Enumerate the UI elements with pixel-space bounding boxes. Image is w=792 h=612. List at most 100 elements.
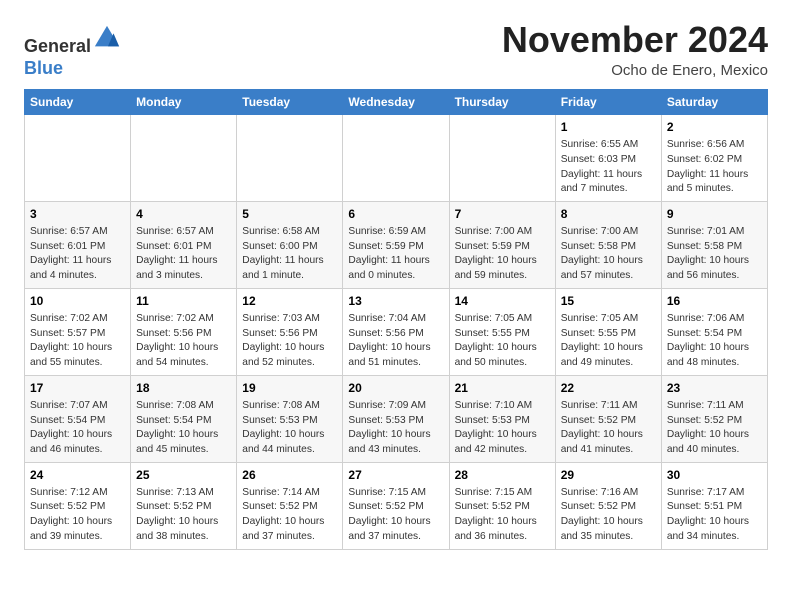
logo: General Blue <box>24 24 121 79</box>
calendar-cell: 16 Sunrise: 7:06 AM Sunset: 5:54 PM Dayli… <box>661 289 767 376</box>
col-header-tuesday: Tuesday <box>237 90 343 115</box>
day-number: 14 <box>455 293 550 310</box>
calendar-cell: 22 Sunrise: 7:11 AM Sunset: 5:52 PM Dayli… <box>555 375 661 462</box>
col-header-sunday: Sunday <box>25 90 131 115</box>
day-number: 27 <box>348 467 443 484</box>
day-number: 6 <box>348 206 443 223</box>
calendar-cell: 11Sunrise: 7:02 AM Sunset: 5:56 PM Dayli… <box>131 289 237 376</box>
day-info: Sunrise: 7:06 AM Sunset: 5:54 PM Dayligh… <box>667 312 762 371</box>
day-number: 13 <box>348 293 443 310</box>
calendar-header: SundayMondayTuesdayWednesdayThursdayFrid… <box>25 90 768 115</box>
day-info: Sunrise: 7:10 AM Sunset: 5:53 PM Dayligh… <box>455 399 550 458</box>
calendar-cell <box>449 115 555 202</box>
day-number: 10 <box>30 293 125 310</box>
calendar-cell: 19 Sunrise: 7:08 AM Sunset: 5:53 PM Dayli… <box>237 375 343 462</box>
day-info: Sunrise: 7:09 AM Sunset: 5:53 PM Dayligh… <box>348 399 443 458</box>
day-info: Sunrise: 6:58 AM Sunset: 6:00 PM Dayligh… <box>242 225 337 284</box>
day-info: Sunrise: 7:12 AM Sunset: 5:52 PM Dayligh… <box>30 486 125 545</box>
logo-blue: Blue <box>24 58 63 78</box>
calendar-cell: 26Sunrise: 7:14 AM Sunset: 5:52 PM Dayli… <box>237 462 343 549</box>
calendar-cell <box>131 115 237 202</box>
calendar-cell: 4Sunrise: 6:57 AM Sunset: 6:01 PM Daylig… <box>131 202 237 289</box>
calendar-cell: 28Sunrise: 7:15 AM Sunset: 5:52 PM Dayli… <box>449 462 555 549</box>
day-info: Sunrise: 7:08 AM Sunset: 5:54 PM Dayligh… <box>136 399 231 458</box>
day-number: 19 <box>242 380 337 397</box>
title-block: November 2024 Ocho de Enero, Mexico <box>502 20 768 79</box>
calendar-cell: 6 Sunrise: 6:59 AM Sunset: 5:59 PM Daylig… <box>343 202 449 289</box>
day-number: 29 <box>561 467 656 484</box>
day-info: Sunrise: 7:02 AM Sunset: 5:57 PM Dayligh… <box>30 312 125 371</box>
day-info: Sunrise: 7:15 AM Sunset: 5:52 PM Dayligh… <box>348 486 443 545</box>
day-number: 30 <box>667 467 762 484</box>
col-header-thursday: Thursday <box>449 90 555 115</box>
calendar-cell: 7Sunrise: 7:00 AM Sunset: 5:59 PM Daylig… <box>449 202 555 289</box>
month-title: November 2024 <box>502 20 768 60</box>
calendar-cell: 14 Sunrise: 7:05 AM Sunset: 5:55 PM Dayli… <box>449 289 555 376</box>
day-info: Sunrise: 7:15 AM Sunset: 5:52 PM Dayligh… <box>455 486 550 545</box>
day-number: 12 <box>242 293 337 310</box>
day-info: Sunrise: 7:03 AM Sunset: 5:56 PM Dayligh… <box>242 312 337 371</box>
day-number: 20 <box>348 380 443 397</box>
calendar-cell: 27 Sunrise: 7:15 AM Sunset: 5:52 PM Dayli… <box>343 462 449 549</box>
page-header: General Blue November 2024 Ocho de Enero… <box>24 20 768 79</box>
day-info: Sunrise: 7:00 AM Sunset: 5:59 PM Dayligh… <box>455 225 550 284</box>
calendar-cell: 15 Sunrise: 7:05 AM Sunset: 5:55 PM Dayli… <box>555 289 661 376</box>
day-info: Sunrise: 6:57 AM Sunset: 6:01 PM Dayligh… <box>136 225 231 284</box>
day-number: 8 <box>561 206 656 223</box>
calendar-cell: 17 Sunrise: 7:07 AM Sunset: 5:54 PM Dayli… <box>25 375 131 462</box>
day-number: 16 <box>667 293 762 310</box>
day-info: Sunrise: 7:05 AM Sunset: 5:55 PM Dayligh… <box>561 312 656 371</box>
calendar-cell: 5Sunrise: 6:58 AM Sunset: 6:00 PM Daylig… <box>237 202 343 289</box>
calendar-body: 1Sunrise: 6:55 AM Sunset: 6:03 PM Daylig… <box>25 115 768 550</box>
day-info: Sunrise: 6:57 AM Sunset: 6:01 PM Dayligh… <box>30 225 125 284</box>
calendar-cell <box>343 115 449 202</box>
header-row: SundayMondayTuesdayWednesdayThursdayFrid… <box>25 90 768 115</box>
day-number: 3 <box>30 206 125 223</box>
day-info: Sunrise: 7:11 AM Sunset: 5:52 PM Dayligh… <box>561 399 656 458</box>
day-info: Sunrise: 7:07 AM Sunset: 5:54 PM Dayligh… <box>30 399 125 458</box>
week-row-2: 3 Sunrise: 6:57 AM Sunset: 6:01 PM Daylig… <box>25 202 768 289</box>
calendar-cell: 8 Sunrise: 7:00 AM Sunset: 5:58 PM Daylig… <box>555 202 661 289</box>
calendar-cell: 1Sunrise: 6:55 AM Sunset: 6:03 PM Daylig… <box>555 115 661 202</box>
col-header-saturday: Saturday <box>661 90 767 115</box>
calendar-cell: 2Sunrise: 6:56 AM Sunset: 6:02 PM Daylig… <box>661 115 767 202</box>
calendar-cell: 24 Sunrise: 7:12 AM Sunset: 5:52 PM Dayli… <box>25 462 131 549</box>
day-info: Sunrise: 7:08 AM Sunset: 5:53 PM Dayligh… <box>242 399 337 458</box>
calendar-cell: 13 Sunrise: 7:04 AM Sunset: 5:56 PM Dayli… <box>343 289 449 376</box>
day-info: Sunrise: 6:56 AM Sunset: 6:02 PM Dayligh… <box>667 138 762 197</box>
calendar-cell <box>25 115 131 202</box>
week-row-4: 17 Sunrise: 7:07 AM Sunset: 5:54 PM Dayli… <box>25 375 768 462</box>
day-info: Sunrise: 7:04 AM Sunset: 5:56 PM Dayligh… <box>348 312 443 371</box>
calendar-table: SundayMondayTuesdayWednesdayThursdayFrid… <box>24 89 768 550</box>
day-number: 18 <box>136 380 231 397</box>
day-info: Sunrise: 7:01 AM Sunset: 5:58 PM Dayligh… <box>667 225 762 284</box>
day-number: 9 <box>667 206 762 223</box>
day-number: 24 <box>30 467 125 484</box>
day-info: Sunrise: 7:14 AM Sunset: 5:52 PM Dayligh… <box>242 486 337 545</box>
day-info: Sunrise: 7:05 AM Sunset: 5:55 PM Dayligh… <box>455 312 550 371</box>
logo-text: General Blue <box>24 24 121 79</box>
day-info: Sunrise: 7:00 AM Sunset: 5:58 PM Dayligh… <box>561 225 656 284</box>
day-info: Sunrise: 7:16 AM Sunset: 5:52 PM Dayligh… <box>561 486 656 545</box>
day-number: 11 <box>136 293 231 310</box>
day-info: Sunrise: 7:11 AM Sunset: 5:52 PM Dayligh… <box>667 399 762 458</box>
logo-icon <box>93 24 121 52</box>
day-info: Sunrise: 6:59 AM Sunset: 5:59 PM Dayligh… <box>348 225 443 284</box>
week-row-3: 10 Sunrise: 7:02 AM Sunset: 5:57 PM Dayli… <box>25 289 768 376</box>
logo-general: General <box>24 36 91 56</box>
day-number: 22 <box>561 380 656 397</box>
calendar-cell: 20 Sunrise: 7:09 AM Sunset: 5:53 PM Dayli… <box>343 375 449 462</box>
col-header-wednesday: Wednesday <box>343 90 449 115</box>
calendar-cell: 3 Sunrise: 6:57 AM Sunset: 6:01 PM Daylig… <box>25 202 131 289</box>
location-subtitle: Ocho de Enero, Mexico <box>502 62 768 79</box>
day-number: 17 <box>30 380 125 397</box>
calendar-cell: 29 Sunrise: 7:16 AM Sunset: 5:52 PM Dayli… <box>555 462 661 549</box>
calendar-cell: 30 Sunrise: 7:17 AM Sunset: 5:51 PM Dayli… <box>661 462 767 549</box>
day-number: 15 <box>561 293 656 310</box>
col-header-friday: Friday <box>555 90 661 115</box>
week-row-1: 1Sunrise: 6:55 AM Sunset: 6:03 PM Daylig… <box>25 115 768 202</box>
calendar-cell: 9 Sunrise: 7:01 AM Sunset: 5:58 PM Daylig… <box>661 202 767 289</box>
day-info: Sunrise: 7:17 AM Sunset: 5:51 PM Dayligh… <box>667 486 762 545</box>
calendar-cell: 21Sunrise: 7:10 AM Sunset: 5:53 PM Dayli… <box>449 375 555 462</box>
calendar-cell: 12 Sunrise: 7:03 AM Sunset: 5:56 PM Dayli… <box>237 289 343 376</box>
